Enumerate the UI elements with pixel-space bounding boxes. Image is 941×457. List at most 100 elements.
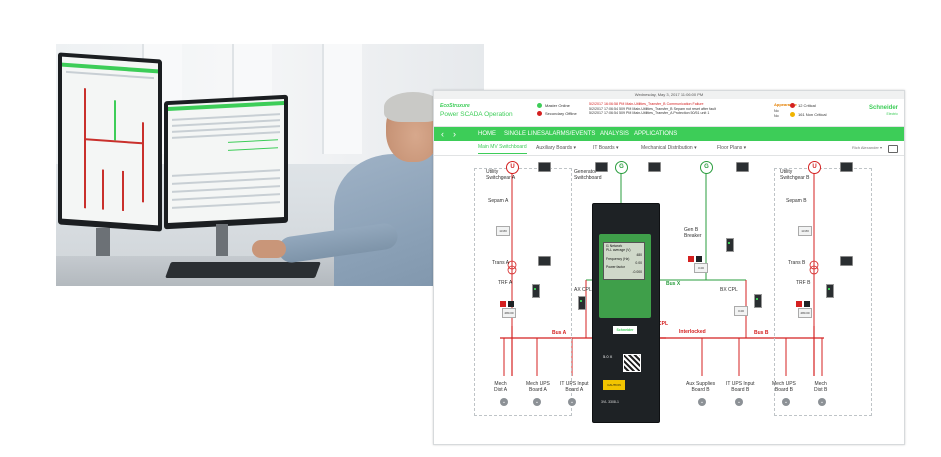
- trans-a-label: Trans A: [492, 260, 510, 266]
- brand-ecostruxure: EcoStruxure: [440, 103, 470, 109]
- utility-switchgear-b-label: Utility Switchgear B: [780, 169, 810, 181]
- utility-a-frame: [474, 168, 572, 416]
- nav-alarms-events[interactable]: ALARMS/EVENTS: [545, 127, 595, 141]
- trip-unit-display: I1 Network PLL average (V) 480 Frequency…: [603, 242, 645, 280]
- breaker-icon[interactable]: [508, 301, 514, 307]
- feeder-label: IT UPS Input Board B: [726, 381, 755, 393]
- server-status-master[interactable]: Master Online: [537, 103, 570, 109]
- bus-x-label: Bus X: [666, 281, 681, 287]
- utility-b-kv-readout: 13.80: [798, 226, 812, 236]
- scada-window: Wednesday, May 3, 2017 11:06:00 PM EcoSt…: [433, 90, 905, 445]
- breaker-icon[interactable]: [688, 256, 694, 262]
- sub-nav: Main MV Switchboard Auxiliary Boards ▾ I…: [434, 141, 904, 156]
- nav-home[interactable]: HOME: [478, 127, 496, 141]
- qr-code-icon: [623, 354, 641, 372]
- power-meter-icon[interactable]: [840, 162, 853, 172]
- monitor-stand: [96, 228, 110, 256]
- status-offline-icon: [537, 111, 542, 117]
- trf-a-voltage-readout: 480.00: [502, 308, 516, 318]
- breaker-indicator-icon[interactable]: [726, 238, 734, 252]
- keyboard: [165, 262, 321, 278]
- warning-icon: [790, 112, 795, 118]
- chevron-down-icon[interactable]: ⌄: [818, 398, 826, 406]
- app-title: Power SCADA Operation: [440, 111, 513, 118]
- circuit-breaker-device: I1 Network PLL average (V) 480 Frequency…: [592, 203, 660, 423]
- header: EcoStruxure Power SCADA Operation Master…: [434, 99, 904, 127]
- power-meter-icon[interactable]: [736, 162, 749, 172]
- chevron-right-icon[interactable]: ›: [453, 128, 456, 140]
- nav-analysis[interactable]: ANALYSIS: [600, 127, 629, 141]
- office-photo: [56, 44, 484, 286]
- chevron-down-icon[interactable]: ⌄: [782, 398, 790, 406]
- device-rating: 5.0 X: [603, 354, 613, 359]
- trf-b-voltage-readout: 480.00: [798, 308, 812, 318]
- ax-cpl-label: AX CPL: [574, 287, 592, 293]
- server-status-secondary[interactable]: Secondary Offline: [537, 111, 577, 117]
- print-icon[interactable]: [888, 145, 898, 153]
- window-panel: [322, 44, 362, 154]
- utility-b-source-icon[interactable]: U: [808, 161, 821, 174]
- power-meter-icon[interactable]: [648, 162, 661, 172]
- chevron-down-icon[interactable]: ⌄: [698, 398, 706, 406]
- nav-applications[interactable]: APPLICATIONS: [634, 127, 677, 141]
- status-online-icon: [537, 103, 542, 109]
- breaker-indicator-icon[interactable]: [578, 296, 586, 310]
- main-nav: ‹ › HOME SINGLE LINES ALARMS/EVENTS ANAL…: [434, 127, 904, 141]
- noncritical-count[interactable]: 161 Non Critical: [790, 112, 826, 118]
- bx-cpl-label: BX CPL: [720, 287, 738, 293]
- left-monitor: [58, 52, 162, 232]
- breaker-icon[interactable]: [500, 301, 506, 307]
- trf-b-label: TRF B: [796, 280, 811, 286]
- user-menu[interactable]: Rich Alexander ▾: [852, 141, 882, 155]
- tab-auxiliary-boards[interactable]: Auxiliary Boards ▾: [536, 141, 576, 155]
- breaker-icon[interactable]: [696, 256, 702, 262]
- power-meter-icon[interactable]: [538, 256, 551, 266]
- breaker-indicator-icon[interactable]: [754, 294, 762, 308]
- feeder-label: Mech Dist B: [814, 381, 828, 393]
- chevron-down-icon[interactable]: ⌄: [735, 398, 743, 406]
- power-meter-icon[interactable]: [840, 256, 853, 266]
- breaker-indicator-icon[interactable]: [532, 284, 540, 298]
- bx-cpl-readout: 0.00: [734, 306, 748, 316]
- single-line-diagram: Utility Switchgear A Utility Switchgear …: [434, 156, 904, 444]
- caution-label: CAUTION: [603, 380, 625, 390]
- tab-main-mv-switchboard[interactable]: Main MV Switchboard: [478, 141, 527, 154]
- power-meter-icon[interactable]: [595, 162, 608, 172]
- bus-b-label: Bus B: [754, 330, 769, 336]
- generator-b-icon[interactable]: G: [700, 161, 713, 174]
- feeder-label: Mech UPS Board A: [526, 381, 550, 393]
- interlocked-label: Interlocked: [679, 329, 706, 335]
- chevron-left-icon[interactable]: ‹: [441, 128, 444, 140]
- chevron-down-icon[interactable]: ⌄: [500, 398, 508, 406]
- tab-it-boards[interactable]: IT Boards ▾: [593, 141, 618, 155]
- gen-b-readout: 0.00: [694, 263, 708, 273]
- generator-a-icon[interactable]: G: [615, 161, 628, 174]
- utility-a-source-icon[interactable]: U: [506, 161, 519, 174]
- alarm-banner[interactable]: 5/2/2017 16:06:58 PM Main-Utilities_Tran…: [589, 102, 774, 116]
- bus-a-label: Bus A: [552, 330, 567, 336]
- utility-a-kv-readout: 13.80: [496, 226, 510, 236]
- power-meter-icon[interactable]: [538, 162, 551, 172]
- gen-b-breaker-label: Gen B Breaker: [684, 227, 702, 239]
- tab-floor-plans[interactable]: Floor Plans ▾: [717, 141, 746, 155]
- feeder-label: Aux Supplies Board B: [686, 381, 716, 393]
- schneider-logo: Schneider Electric: [868, 105, 898, 116]
- critical-count[interactable]: 12 Critical: [790, 103, 816, 109]
- trf-a-label: TRF A: [498, 280, 513, 286]
- chevron-down-icon[interactable]: ⌄: [533, 398, 541, 406]
- nav-single-lines[interactable]: SINGLE LINES: [504, 127, 545, 141]
- feeder-label: Mech Dist A: [494, 381, 508, 393]
- tab-mechanical-distribution[interactable]: Mechanical Distribution ▾: [641, 141, 697, 155]
- alarm-ack: No: [774, 114, 779, 118]
- alarm-ack: No: [774, 109, 779, 113]
- monitor-stand: [216, 224, 228, 256]
- breaker-icon[interactable]: [796, 301, 802, 307]
- feeder-label: Mech UPS Board B: [772, 381, 796, 393]
- alarm-row[interactable]: 5/2/2017 17:06:54 509 PM Main-Utilities_…: [589, 111, 774, 116]
- breaker-indicator-icon[interactable]: [826, 284, 834, 298]
- critical-icon: [790, 103, 795, 109]
- sepam-a-label: Sepam A: [488, 198, 509, 204]
- chevron-down-icon[interactable]: ⌄: [568, 398, 576, 406]
- device-brand: Schneider: [613, 326, 637, 334]
- breaker-icon[interactable]: [804, 301, 810, 307]
